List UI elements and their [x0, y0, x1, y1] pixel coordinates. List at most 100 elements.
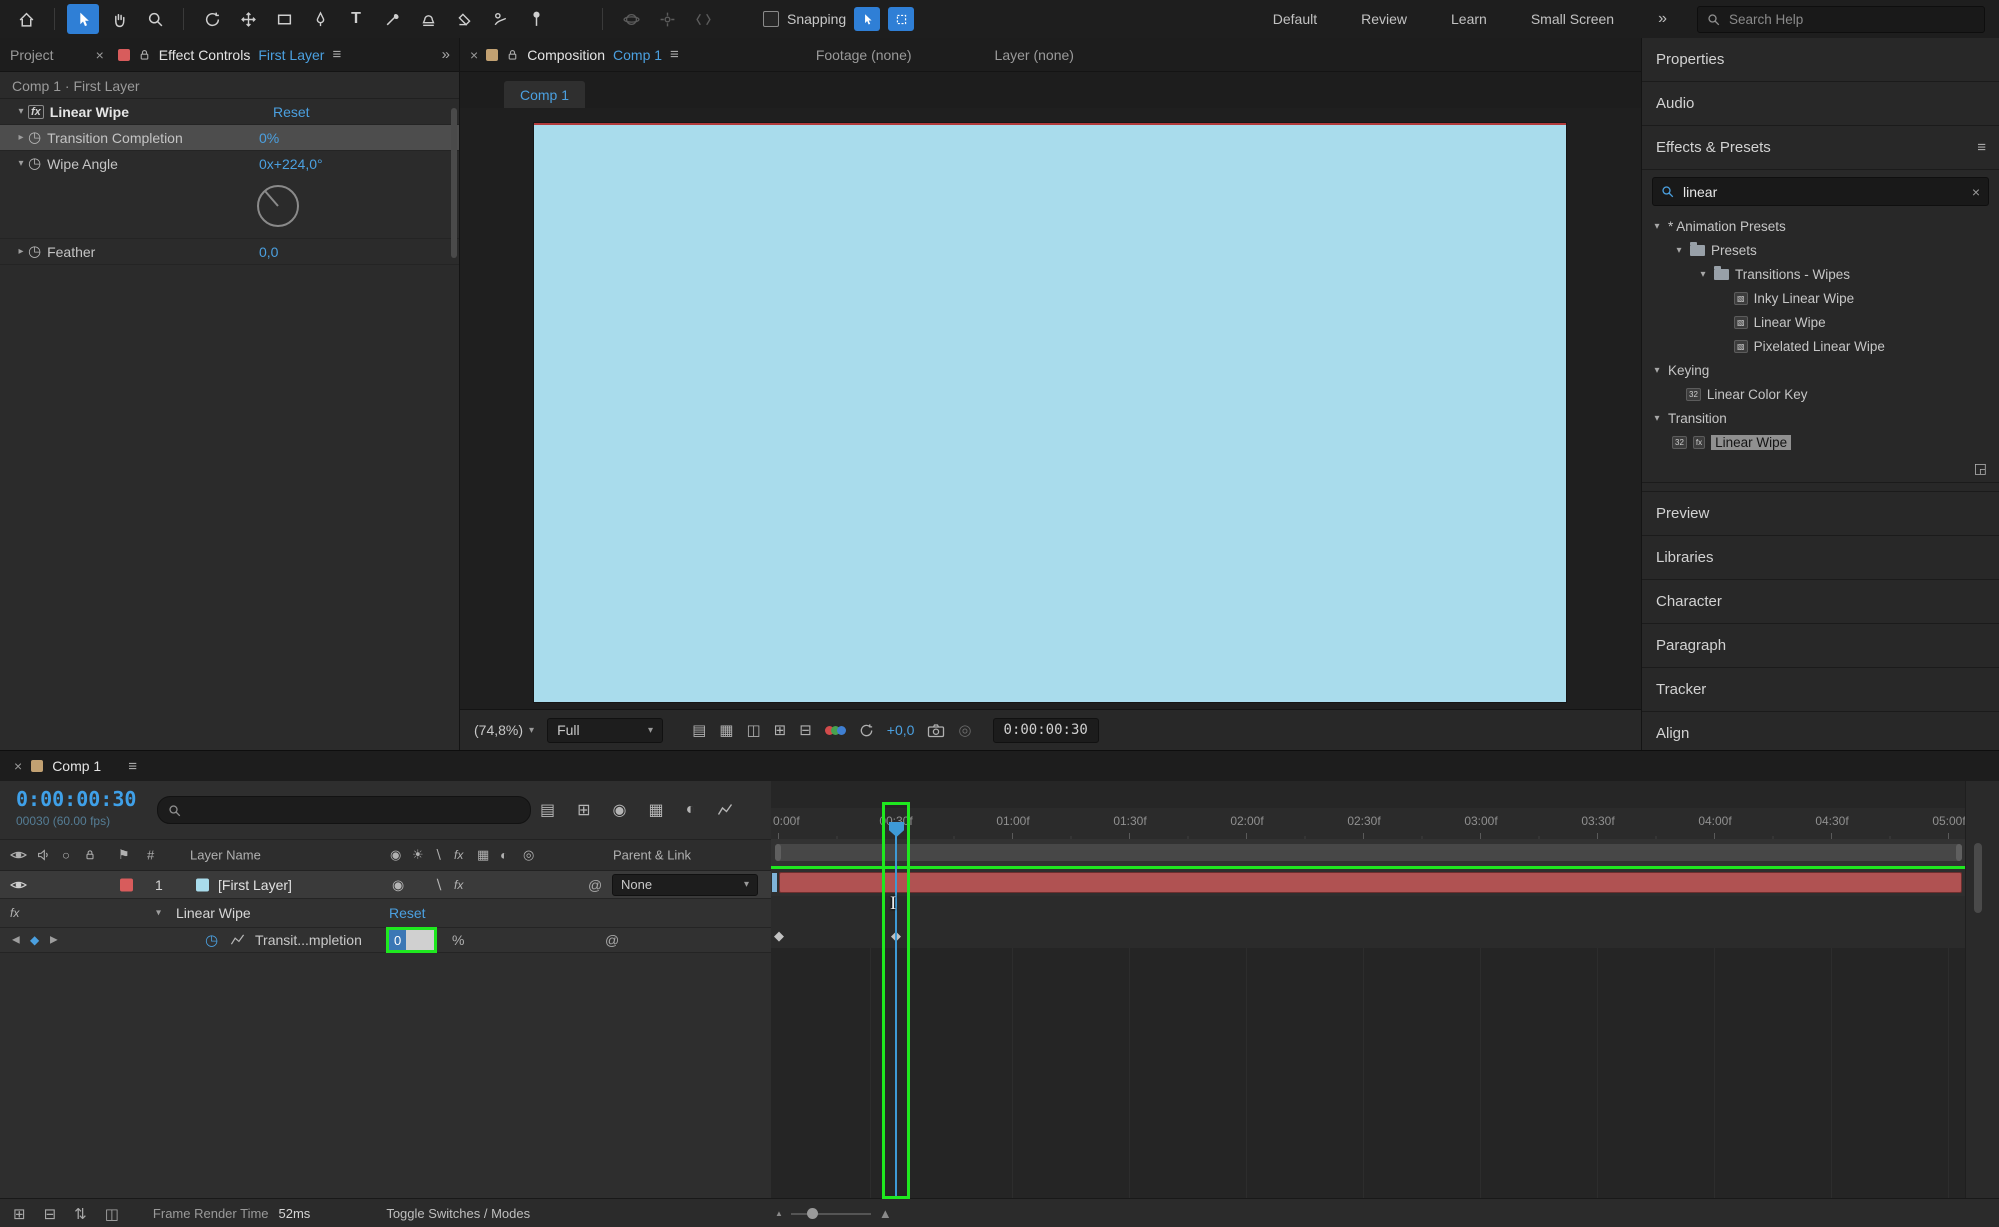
close-icon[interactable]: ×: [14, 758, 22, 774]
chevron-down-icon[interactable]: ▾: [156, 908, 161, 919]
snapping-checkbox[interactable]: [763, 11, 779, 27]
composition-canvas[interactable]: [534, 123, 1566, 702]
region-of-interest-icon[interactable]: ⊞: [774, 723, 787, 738]
composition-mini-flowchart-icon[interactable]: ▤: [540, 800, 555, 820]
property-value-field[interactable]: 0: [386, 927, 438, 953]
panel-header-effects-presets[interactable]: Effects & Presets ≡: [1642, 126, 1999, 170]
shape-tool-icon[interactable]: [268, 4, 300, 34]
home-icon[interactable]: [10, 4, 42, 34]
channel-color-icon[interactable]: [824, 725, 846, 735]
time-ruler[interactable]: 0:00f 00:30f 01:00f 01:30f 02:00f 02:30f…: [771, 808, 1966, 840]
layer-shy-switch[interactable]: ◉: [392, 876, 404, 893]
lock-column-icon[interactable]: [84, 849, 96, 862]
workspace-small-screen[interactable]: Small Screen: [1531, 11, 1614, 27]
motion-blur-switch-icon[interactable]: ◐: [500, 848, 508, 863]
layer-in-point[interactable]: [772, 873, 777, 892]
keyframe-at-time-icon[interactable]: ◆: [30, 933, 39, 947]
tab-composition[interactable]: Composition: [527, 47, 605, 63]
workspace-overflow-icon[interactable]: »: [1658, 10, 1667, 28]
tree-effect-linear-color-key[interactable]: 32 Linear Color Key: [1642, 382, 1999, 406]
tab-project[interactable]: Project: [10, 47, 54, 63]
panel-overflow-icon[interactable]: »: [442, 46, 450, 63]
draft-3d-icon[interactable]: ⊞: [577, 800, 590, 820]
panel-header-properties[interactable]: Properties: [1642, 38, 1999, 82]
chevron-right-icon[interactable]: ▸: [14, 246, 28, 257]
tree-folder-transitions-wipes[interactable]: ▾ Transitions - Wipes: [1642, 262, 1999, 286]
help-search-input[interactable]: [1727, 10, 1975, 28]
tree-category-transition[interactable]: ▾ Transition: [1642, 406, 1999, 430]
dolly-camera-tool-icon[interactable]: [687, 4, 719, 34]
panel-menu-icon[interactable]: ≡: [332, 46, 341, 63]
effect-header-row[interactable]: ▾ fx Linear Wipe Reset: [0, 99, 459, 125]
panel-menu-icon[interactable]: ≡: [670, 46, 679, 63]
property-value[interactable]: 0,0: [259, 244, 278, 260]
scrollbar-thumb[interactable]: [451, 108, 457, 258]
stopwatch-icon[interactable]: ◷: [28, 244, 41, 259]
previous-keyframe-icon[interactable]: ◀: [12, 935, 20, 946]
property-graph-icon[interactable]: [230, 933, 245, 948]
eye-icon[interactable]: [10, 879, 27, 891]
shy-switch-icon[interactable]: ◉: [390, 847, 401, 863]
zoom-slider-track[interactable]: [790, 1207, 871, 1219]
panel-header-tracker[interactable]: Tracker: [1642, 668, 1999, 712]
audio-column-icon[interactable]: [37, 849, 50, 862]
timeline-effect-name[interactable]: Linear Wipe: [176, 905, 251, 921]
chevron-down-icon[interactable]: ▾: [1652, 221, 1662, 232]
expand-layers-icon[interactable]: ⊞: [13, 1205, 26, 1223]
tab-footage[interactable]: Footage (none): [816, 47, 912, 63]
transfer-controls-icon[interactable]: ⇅: [74, 1205, 87, 1223]
orbit-camera-tool-icon[interactable]: [615, 4, 647, 34]
zoom-slider-knob[interactable]: [806, 1207, 818, 1219]
parent-link-column-header[interactable]: Parent & Link: [613, 848, 691, 863]
panel-corner-icon[interactable]: ◲: [1974, 460, 1987, 482]
panel-header-preview[interactable]: Preview: [1642, 492, 1999, 536]
property-value[interactable]: 0x+224,0°: [259, 156, 323, 172]
chevron-down-icon[interactable]: ▾: [1652, 365, 1662, 376]
tree-category-animation-presets[interactable]: ▾ * Animation Presets: [1642, 214, 1999, 238]
index-column-header[interactable]: #: [147, 848, 154, 863]
hand-tool-icon[interactable]: [103, 4, 135, 34]
reset-link[interactable]: Reset: [389, 905, 426, 921]
rotate-tool-icon[interactable]: [196, 4, 228, 34]
roto-brush-tool-icon[interactable]: [484, 4, 516, 34]
workspace-review[interactable]: Review: [1361, 11, 1407, 27]
stopwatch-icon[interactable]: ◷: [28, 156, 41, 171]
workspace-default[interactable]: Default: [1273, 11, 1317, 27]
layer-label-color-chip[interactable]: [120, 878, 133, 891]
wipe-angle-row[interactable]: ▾ ◷ Wipe Angle 0x+224,0°: [0, 151, 459, 176]
solo-column-icon[interactable]: ○: [62, 848, 70, 863]
tab-timeline-comp1[interactable]: Comp 1: [52, 758, 101, 774]
snap-option-box-icon[interactable]: [888, 7, 915, 31]
layer-row[interactable]: 1 [First Layer] ◉ ∖ fx @ None ▾: [0, 871, 771, 899]
chevron-down-icon[interactable]: ▾: [14, 158, 28, 169]
adjustment-switch-icon[interactable]: ◎: [523, 847, 534, 863]
panel-header-audio[interactable]: Audio: [1642, 82, 1999, 126]
eye-column-icon[interactable]: [10, 849, 27, 861]
feather-row[interactable]: ▸ ◷ Feather 0,0: [0, 239, 459, 265]
keyframe-diamond-icon[interactable]: ◆: [774, 928, 784, 944]
show-snapshot-icon[interactable]: ◎: [958, 723, 971, 738]
viewer-tab-comp1[interactable]: Comp 1: [504, 81, 586, 108]
chevron-down-icon[interactable]: ▾: [1652, 413, 1662, 424]
layer-name-column-header[interactable]: Layer Name: [190, 848, 261, 863]
timeline-search-input[interactable]: [188, 801, 520, 819]
puppet-pin-tool-icon[interactable]: [520, 4, 552, 34]
layer-name[interactable]: [First Layer]: [218, 877, 292, 893]
quality-switch-icon[interactable]: ∖: [434, 847, 442, 863]
time-navigator-bar[interactable]: [775, 844, 1962, 861]
grid-guides-icon[interactable]: ⊟: [799, 723, 812, 738]
chevron-down-icon[interactable]: ▾: [14, 106, 28, 117]
fx-switch-icon[interactable]: fx: [454, 848, 463, 862]
pan-behind-tool-icon[interactable]: [232, 4, 264, 34]
motion-blur-icon[interactable]: ◐: [686, 801, 696, 819]
close-icon[interactable]: ×: [470, 47, 478, 63]
brush-tool-icon[interactable]: [376, 4, 408, 34]
next-keyframe-icon[interactable]: ▶: [50, 935, 58, 946]
label-column-icon[interactable]: ⚑: [118, 847, 130, 863]
angle-dial[interactable]: [250, 178, 306, 234]
layer-duration-bar[interactable]: [779, 872, 1962, 893]
stopwatch-icon[interactable]: ◷: [28, 130, 41, 145]
layer-quality-switch[interactable]: ∖: [434, 876, 443, 893]
snapshot-camera-icon[interactable]: [927, 723, 945, 738]
pen-tool-icon[interactable]: [304, 4, 336, 34]
